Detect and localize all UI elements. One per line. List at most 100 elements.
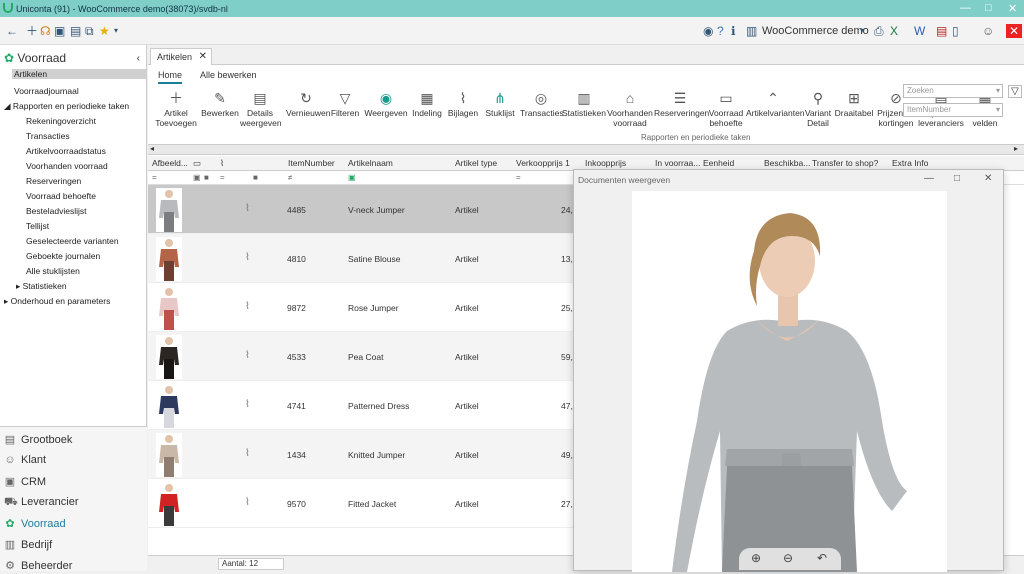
pivot-button[interactable]: ⊞ Draaitabel xyxy=(834,89,874,118)
sidebar-item-rekeningoverzicht[interactable]: Rekeningoverzicht xyxy=(26,116,96,126)
module-bedrijf[interactable]: ▥ Bedrijf xyxy=(4,538,52,551)
variant-detail-button[interactable]: ⚲ Variant Detail xyxy=(800,89,836,128)
attachment-icon[interactable]: ⌇ xyxy=(245,203,250,214)
table-row[interactable]: ⌇ 9872 Rose Jumper Artikel 25, xyxy=(148,283,578,332)
col-artikel-type[interactable]: Artikel type xyxy=(455,158,497,168)
zoom-out-icon[interactable]: ⊖ xyxy=(783,551,793,565)
filter-equals-icon[interactable]: = xyxy=(152,173,157,182)
zoom-in-icon[interactable]: ⊕ xyxy=(751,551,761,565)
horizontal-scrollbar[interactable]: ◂ ▸ xyxy=(148,144,1024,155)
exit-icon[interactable]: ✕ xyxy=(1006,24,1022,38)
search-chevron-icon[interactable]: ▾ xyxy=(996,86,1000,95)
add-item-button[interactable]: ＋ Artikel Toevoegen xyxy=(152,89,200,128)
sidebar-item-statistieken[interactable]: ▸ Statistieken xyxy=(16,281,67,292)
filter-button[interactable]: ▽ Filteren xyxy=(328,89,362,118)
transactions-button[interactable]: ◎ Transacties xyxy=(520,89,564,118)
tab-close-icon[interactable]: ✕ xyxy=(199,51,207,62)
maximize-icon[interactable]: □ xyxy=(985,2,992,14)
table-row[interactable]: ⌇ 9570 Fitted Jacket Artikel 27, xyxy=(148,479,578,528)
on-hand-button[interactable]: ⌂ Voorhanden voorraad xyxy=(606,89,654,128)
sidebar-item-voorraadjournaal[interactable]: Voorraadjournaal xyxy=(14,86,79,96)
search-filter-icon[interactable]: ▽ xyxy=(1008,85,1022,98)
ribbon-tab-home[interactable]: Home xyxy=(158,70,183,84)
details-button[interactable]: ▤ Details weergeven xyxy=(240,89,282,128)
col-afbeelding[interactable]: Afbeeld... xyxy=(152,158,188,168)
filter-checkbox[interactable]: ■ xyxy=(253,173,258,182)
help-icon[interactable]: ? xyxy=(717,24,724,38)
module-crm[interactable]: ▣ CRM xyxy=(4,475,46,488)
col-eenheid[interactable]: Eenheid xyxy=(703,158,734,168)
sidebar-item-tellijst[interactable]: Tellijst xyxy=(26,221,49,231)
table-row[interactable]: ⌇ 4485 V-neck Jumper Artikel 24, xyxy=(148,185,578,234)
rotate-icon[interactable]: ↶ xyxy=(817,551,827,565)
col-verkoopprijs[interactable]: Verkoopprijs 1 xyxy=(516,158,570,168)
field-chevron-icon[interactable]: ▾ xyxy=(996,105,1000,114)
attachment-col-icon[interactable]: ⌇ xyxy=(220,158,224,169)
copy-icon[interactable]: ⧉ xyxy=(85,24,94,38)
attachment-icon[interactable]: ⌇ xyxy=(245,350,250,361)
headset-icon[interactable]: ☊ xyxy=(40,24,51,38)
stock-need-button[interactable]: ▭ Voorraad behoefte xyxy=(706,89,746,128)
ribbon-tab-alle-bewerken[interactable]: Alle bewerken xyxy=(200,70,257,80)
print-icon[interactable]: ⎙ xyxy=(874,24,884,38)
attachment-icon[interactable]: ⌇ xyxy=(245,448,250,459)
col-in-voorraad[interactable]: In voorraa... xyxy=(655,158,700,168)
scroll-left-icon[interactable]: ◂ xyxy=(150,144,154,153)
word-icon[interactable]: W xyxy=(914,24,925,38)
filter-not-equal-icon[interactable]: ≠ xyxy=(288,173,292,182)
info-icon[interactable]: ℹ xyxy=(731,24,736,38)
close-icon[interactable]: ✕ xyxy=(984,173,992,184)
attachments-button[interactable]: ⌇ Bijlagen xyxy=(446,89,480,118)
sidebar-item-geselecteerde-varianten[interactable]: Geselecteerde varianten xyxy=(26,236,119,246)
sidebar-item-rapporten[interactable]: ◢ Rapporten en periodieke taken xyxy=(4,101,129,112)
col-transfer-to-shop[interactable]: Transfer to shop? xyxy=(812,158,878,168)
maximize-icon[interactable]: □ xyxy=(954,173,960,184)
view-button[interactable]: ◉ Weergeven xyxy=(364,89,408,118)
sidebar-item-onderhoud[interactable]: ▸ Onderhoud en parameters xyxy=(4,296,110,307)
col-extra-info[interactable]: Extra Info xyxy=(892,158,928,168)
sidebar-item-besteladvieslijst[interactable]: Besteladvieslijst xyxy=(26,206,86,216)
reservations-button[interactable]: ☰ Reserveringen xyxy=(654,89,709,118)
pdf-icon[interactable]: ▤ xyxy=(936,24,947,38)
module-leverancier[interactable]: ⛟ Leverancier xyxy=(4,496,78,510)
sidebar-item-artikelen[interactable]: Artikelen xyxy=(12,69,146,79)
col-beschikbaar[interactable]: Beschikba... xyxy=(764,158,810,168)
filter-checkbox[interactable]: ▣ xyxy=(193,173,201,182)
col-inkoopprijs[interactable]: Inkoopprijs xyxy=(585,158,626,168)
sidebar-item-geboekte-journalen[interactable]: Geboekte journalen xyxy=(26,251,100,261)
filter-equals-icon[interactable]: = xyxy=(220,173,225,182)
favorite-star-icon[interactable]: ★ xyxy=(99,24,110,38)
minimize-icon[interactable]: — xyxy=(924,173,934,184)
edit-button[interactable]: ✎ Bewerken xyxy=(200,89,240,118)
play-icon[interactable]: ◉ xyxy=(703,24,713,38)
table-row[interactable]: ⌇ 4810 Satine Blouse Artikel 13, xyxy=(148,234,578,283)
sidebar-item-reserveringen[interactable]: Reserveringen xyxy=(26,176,81,186)
table-row[interactable]: ⌇ 4533 Pea Coat Artikel 59, xyxy=(148,332,578,381)
back-icon[interactable]: ← xyxy=(6,24,18,38)
module-grootboek[interactable]: ▤ Grootboek xyxy=(4,433,73,446)
attachment-icon[interactable]: ⌇ xyxy=(245,301,250,312)
statistics-button[interactable]: ▥ Statistieken xyxy=(562,89,606,118)
col-artikelnaam[interactable]: Artikelnaam xyxy=(348,158,393,168)
window-icon[interactable]: ▣ xyxy=(54,24,65,38)
company-selector[interactable]: WooCommerce demo xyxy=(762,25,869,37)
note-col-icon[interactable]: ▭ xyxy=(193,158,201,169)
scroll-right-icon[interactable]: ▸ xyxy=(1014,144,1018,153)
sidebar-item-artikelvoorraadstatus[interactable]: Artikelvoorraadstatus xyxy=(26,146,106,156)
module-klant[interactable]: ☺ Klant xyxy=(4,454,46,466)
calc-icon[interactable]: ▤ xyxy=(70,24,81,38)
close-icon[interactable]: ✕ xyxy=(1008,2,1017,15)
add-icon[interactable]: ＋ xyxy=(26,24,38,38)
minimize-icon[interactable]: — xyxy=(960,2,971,14)
table-row[interactable]: ⌇ 4741 Patterned Dress Artikel 47, xyxy=(148,381,578,430)
sidebar-item-voorraad-behoefte[interactable]: Voorraad behoefte xyxy=(26,191,96,201)
sidebar-item-transacties[interactable]: Transacties xyxy=(26,131,70,141)
user-icon[interactable]: ☺ xyxy=(982,24,994,38)
module-voorraad[interactable]: ✿ Voorraad xyxy=(4,517,65,530)
search-field-select[interactable]: ItemNumber ▾ xyxy=(903,103,1003,117)
refresh-button[interactable]: ↻ Vernieuwen xyxy=(286,89,330,118)
company-chevron-icon[interactable]: ▾ xyxy=(860,24,864,38)
attachment-icon[interactable]: ⌇ xyxy=(245,497,250,508)
sidebar-item-voorhanden-voorraad[interactable]: Voorhanden voorraad xyxy=(26,161,108,171)
filter-equals-icon[interactable]: = xyxy=(516,173,521,182)
